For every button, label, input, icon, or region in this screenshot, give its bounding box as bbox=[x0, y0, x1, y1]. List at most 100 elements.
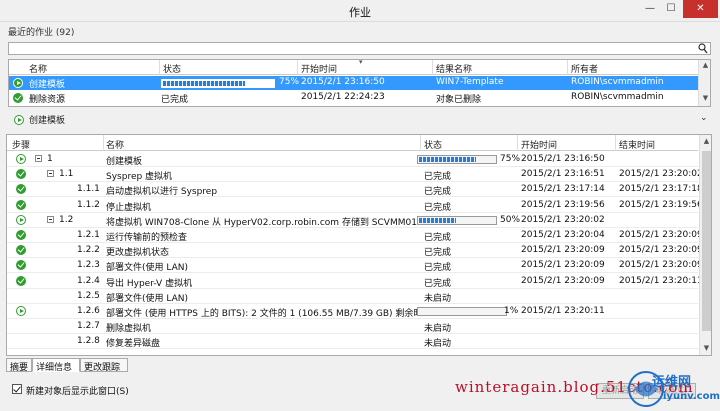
step-row[interactable]: 1.2.6 部署文件 (使用 HTTPS 上的 BITS): 2 文件的 1 (1… bbox=[7, 304, 698, 319]
step-row[interactable]: 1.1.1 启动虚拟机以进行 Sysprep 已完成 2015/2/1 23:17:1… bbox=[7, 182, 703, 198]
step-number: 1.2.1 bbox=[77, 230, 100, 240]
step-row[interactable]: 1.2.7 删除虚拟机 未启动 bbox=[7, 319, 698, 335]
completed-icon bbox=[16, 169, 26, 180]
step-status: 已完成 bbox=[424, 278, 452, 289]
step-status: 已完成 bbox=[424, 202, 452, 213]
step-name: 创建模板 bbox=[106, 157, 143, 167]
scroll-up-icon[interactable]: ▲ bbox=[699, 61, 710, 69]
column-header-status[interactable]: 状态 bbox=[163, 62, 181, 75]
column-header-end-time[interactable]: 结束时间 bbox=[619, 138, 655, 151]
step-status: 已完成 bbox=[424, 187, 452, 198]
job-start-time: 2015/2/1 22:24:23 bbox=[301, 92, 385, 102]
step-progress-label: 1% bbox=[504, 306, 519, 316]
step-name: 修复差异磁盘 bbox=[106, 339, 161, 350]
search-icon[interactable] bbox=[698, 43, 708, 54]
completed-icon bbox=[16, 230, 26, 240]
step-end-time: 2015/2/1 23:20:09 bbox=[619, 260, 703, 271]
progress-fill bbox=[419, 217, 456, 223]
column-header-result[interactable]: 结果名称 bbox=[436, 62, 472, 75]
minimize-button[interactable]: — bbox=[640, 0, 660, 18]
step-start-time: 2015/2/1 23:20:09 bbox=[521, 260, 605, 271]
step-number: 1.1.1 bbox=[77, 184, 100, 195]
step-row[interactable]: 1.2.1 运行传输前的预检查 已完成 2015/2/1 23:20:04 2015/2… bbox=[7, 228, 703, 243]
job-row-create-template[interactable]: 创建模板 75% 2015/2/1 23:16:50 WIN7-Template… bbox=[9, 76, 698, 90]
job-row-delete-resource[interactable]: 删除资源 已完成 2015/2/1 22:24:23 对象已删除 ROBIN\s… bbox=[9, 91, 698, 105]
step-status: 未启动 bbox=[424, 339, 452, 350]
step-end-time: 2015/2/1 23:17:18 bbox=[619, 184, 703, 195]
recent-jobs-scrollbar[interactable]: ▲ ▼ bbox=[698, 60, 710, 106]
job-result: 对象已删除 bbox=[436, 95, 482, 105]
step-number: 1.2.6 bbox=[77, 306, 100, 316]
completed-icon bbox=[16, 245, 26, 256]
step-progress-label: 75% bbox=[500, 154, 521, 164]
scrollbar-thumb[interactable] bbox=[702, 151, 711, 331]
running-icon bbox=[16, 154, 26, 164]
tab-details[interactable]: 详细信息 bbox=[32, 358, 80, 373]
step-name: 停止虚拟机 bbox=[106, 202, 152, 213]
chevron-down-icon[interactable]: ⌄ bbox=[700, 113, 708, 123]
scroll-down-icon[interactable]: ▼ bbox=[700, 344, 711, 352]
step-name: Sysprep 虚拟机 bbox=[106, 172, 173, 183]
step-start-time: 2015/2/1 23:20:11 bbox=[521, 306, 605, 316]
progress-fill bbox=[419, 157, 476, 162]
step-start-time: 2015/2/1 23:16:50 bbox=[521, 154, 605, 164]
search-input[interactable] bbox=[8, 42, 711, 55]
step-number: 1.2.5 bbox=[77, 290, 100, 301]
column-header-name[interactable]: 名称 bbox=[29, 62, 47, 75]
step-row[interactable]: 1.1 Sysprep 虚拟机 已完成 2015/2/1 23:16:51 2015/2… bbox=[7, 167, 703, 183]
step-status: 已完成 bbox=[424, 248, 452, 259]
collapse-icon[interactable] bbox=[47, 215, 54, 223]
column-header-owner[interactable]: 所有者 bbox=[571, 62, 598, 75]
step-row[interactable]: 1 创建模板 75% 2015/2/1 23:16:50 bbox=[7, 152, 698, 167]
column-header-step[interactable]: 步骤 bbox=[12, 138, 30, 151]
collapse-icon[interactable] bbox=[35, 155, 42, 162]
step-status: 已完成 bbox=[424, 263, 452, 274]
tab-change-tracking[interactable]: 更改跟踪 bbox=[80, 358, 128, 373]
step-number: 1.2 bbox=[59, 214, 74, 225]
running-icon bbox=[13, 78, 23, 88]
scroll-down-icon[interactable]: ▼ bbox=[699, 94, 710, 102]
job-owner: ROBIN\scvmmadmin bbox=[571, 77, 664, 87]
step-row[interactable]: 1.2.2 更改虚拟机状态 已完成 2015/2/1 23:20:09 2015/2/1… bbox=[7, 243, 703, 259]
step-row[interactable]: 1.2.3 部署文件(使用 LAN) 已完成 2015/2/1 23:20:09 201… bbox=[7, 258, 703, 274]
job-result: WIN7-Template bbox=[436, 77, 504, 87]
step-row[interactable]: 1.1.2 停止虚拟机 已完成 2015/2/1 23:19:56 2015/2/1 2… bbox=[7, 198, 703, 213]
completed-icon bbox=[13, 93, 23, 103]
column-header-status[interactable]: 状态 bbox=[424, 138, 442, 151]
step-row[interactable]: 1.2 将虚拟机 WIN708-Clone 从 HyperV02.corp.rob… bbox=[7, 213, 698, 228]
recent-jobs-label: 最近的作业 (92) bbox=[8, 28, 75, 38]
show-window-checkbox-label[interactable]: 新建对象后显示此窗口(S) bbox=[26, 384, 129, 397]
close-button[interactable]: ✕ bbox=[683, 0, 718, 18]
title-bar: 作业 — ☐ ✕ bbox=[0, 0, 720, 22]
running-icon bbox=[14, 115, 24, 125]
step-number: 1.2.2 bbox=[77, 245, 100, 256]
column-header-start-time[interactable]: 开始时间 bbox=[521, 138, 557, 151]
job-steps-scrollbar[interactable]: ▲ ▼ bbox=[699, 135, 711, 355]
step-row[interactable]: 1.2.5 部署文件(使用 LAN) 未启动 bbox=[7, 289, 698, 304]
step-start-time: 2015/2/1 23:20:04 bbox=[521, 230, 605, 240]
column-header-start-time[interactable]: 开始时间 bbox=[301, 62, 337, 75]
collapse-icon[interactable] bbox=[47, 170, 54, 178]
step-name: 更改虚拟机状态 bbox=[106, 248, 170, 259]
job-progress-label: 75% bbox=[279, 77, 300, 87]
tab-summary[interactable]: 摘要 bbox=[6, 358, 32, 373]
show-window-checkbox[interactable] bbox=[12, 384, 22, 394]
step-name: 部署文件 (使用 HTTPS 上的 BITS): 2 文件的 1 (106.55… bbox=[106, 309, 418, 319]
job-name: 创建模板 bbox=[29, 80, 66, 90]
step-start-time: 2015/2/1 23:20:09 bbox=[521, 275, 605, 286]
step-name: 部署文件(使用 LAN) bbox=[106, 263, 188, 274]
step-name: 删除虚拟机 bbox=[106, 324, 152, 335]
step-row[interactable]: 1.2.4 导出 Hyper-V 虚拟机 已完成 2015/2/1 23:20:09 2… bbox=[7, 274, 703, 289]
recent-jobs-header: 名称 状态 开始时间 ▾ 结果名称 所有者 bbox=[9, 60, 698, 75]
column-header-name[interactable]: 名称 bbox=[106, 138, 124, 151]
step-start-time: 2015/2/1 23:20:09 bbox=[521, 245, 605, 256]
step-number: 1.2.8 bbox=[77, 336, 100, 347]
scroll-up-icon[interactable]: ▲ bbox=[700, 137, 711, 145]
running-icon bbox=[16, 214, 26, 225]
maximize-button[interactable]: ☐ bbox=[660, 0, 682, 18]
step-status: 未启动 bbox=[424, 293, 452, 304]
step-row[interactable]: 1.2.8 修复差异磁盘 未启动 bbox=[7, 334, 698, 350]
step-number: 1.1.2 bbox=[77, 199, 100, 210]
step-number: 1.1 bbox=[59, 169, 74, 180]
window-title: 作业 bbox=[349, 6, 371, 19]
